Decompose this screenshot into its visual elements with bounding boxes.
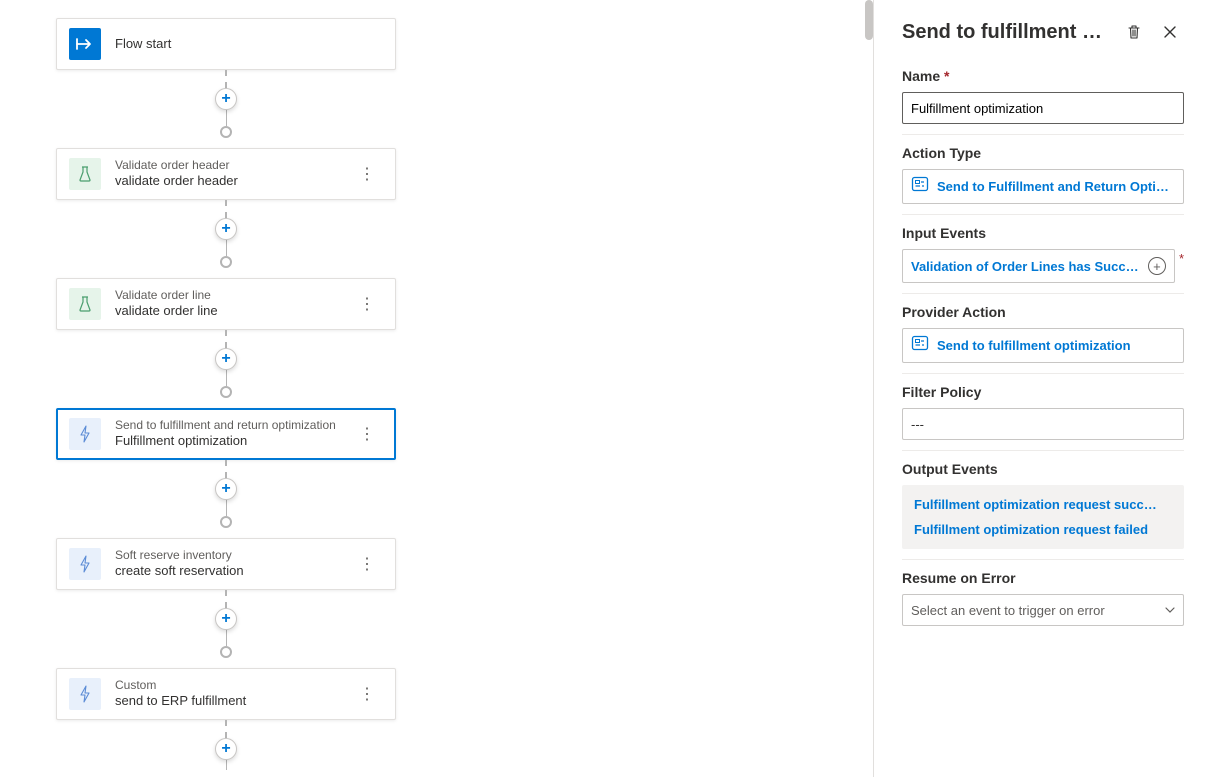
filter-policy-input[interactable]: --- [902, 408, 1184, 440]
connector: + [215, 70, 237, 148]
node-more-menu[interactable]: ⋮ [351, 550, 383, 578]
properties-panel: Send to fulfillment an… Name * Action Ty… [874, 0, 1212, 777]
input-events-value: Validation of Order Lines has Succeed… [911, 259, 1140, 274]
bolt-icon [69, 418, 101, 450]
add-step-button[interactable]: + [215, 348, 237, 370]
output-events-label: Output Events [902, 461, 1184, 477]
input-events-label: Input Events [902, 225, 1184, 241]
name-label: Name * [902, 68, 1184, 84]
flow-start-node[interactable]: Flow start [56, 18, 396, 70]
node-more-menu[interactable]: ⋮ [351, 160, 383, 188]
output-events-list: Fulfillment optimization request succ… F… [902, 485, 1184, 549]
optimization-icon [911, 335, 929, 356]
close-button[interactable] [1156, 18, 1184, 46]
input-events-selector[interactable]: Validation of Order Lines has Succeed… + [902, 249, 1175, 283]
node-more-menu[interactable]: ⋮ [351, 680, 383, 708]
add-step-button[interactable]: + [215, 738, 237, 760]
resume-on-error-label: Resume on Error [902, 570, 1184, 586]
bolt-icon [69, 678, 101, 710]
bolt-icon [69, 548, 101, 580]
panel-title: Send to fulfillment an… [902, 21, 1112, 44]
node-title: validate order header [115, 173, 351, 190]
provider-action-label: Provider Action [902, 304, 1184, 320]
add-step-button[interactable]: + [215, 478, 237, 500]
node-subtitle: Custom [115, 678, 351, 694]
flow-start-label: Flow start [115, 36, 383, 53]
flow-node-soft-reservation[interactable]: Soft reserve inventory create soft reser… [56, 538, 396, 590]
add-input-event-button[interactable]: + [1148, 257, 1166, 275]
node-title: create soft reservation [115, 563, 351, 580]
optimization-icon [911, 176, 929, 197]
node-subtitle: Send to fulfillment and return optimizat… [115, 418, 351, 434]
node-more-menu[interactable]: ⋮ [351, 420, 383, 448]
flow-canvas[interactable]: Flow start + Validate order header valid… [0, 0, 873, 777]
flask-icon [69, 288, 101, 320]
add-step-button[interactable]: + [215, 608, 237, 630]
flow-column: Flow start + Validate order header valid… [56, 0, 396, 770]
connector: + [215, 200, 237, 278]
connector: + [215, 460, 237, 538]
flow-node-send-erp[interactable]: Custom send to ERP fulfillment ⋮ [56, 668, 396, 720]
node-title: Fulfillment optimization [115, 433, 351, 450]
node-title: send to ERP fulfillment [115, 693, 351, 710]
action-type-value: Send to Fulfillment and Return Optimiza… [937, 179, 1175, 194]
output-event-item[interactable]: Fulfillment optimization request failed [914, 522, 1172, 537]
connector: + [215, 720, 237, 770]
node-more-menu[interactable]: ⋮ [351, 290, 383, 318]
node-subtitle: Soft reserve inventory [115, 548, 351, 564]
scrollbar-thumb[interactable] [865, 0, 873, 40]
output-event-item[interactable]: Fulfillment optimization request succ… [914, 497, 1172, 512]
provider-action-selector[interactable]: Send to fulfillment optimization [902, 328, 1184, 363]
node-title: validate order line [115, 303, 351, 320]
flow-node-fulfillment-optimization[interactable]: Send to fulfillment and return optimizat… [56, 408, 396, 460]
connector: + [215, 330, 237, 408]
chevron-down-icon [1165, 604, 1175, 616]
delete-button[interactable] [1120, 18, 1148, 46]
flow-node-validate-line[interactable]: Validate order line validate order line … [56, 278, 396, 330]
resume-placeholder: Select an event to trigger on error [911, 603, 1105, 618]
add-step-button[interactable]: + [215, 218, 237, 240]
filter-policy-label: Filter Policy [902, 384, 1184, 400]
node-subtitle: Validate order header [115, 158, 351, 174]
provider-action-value: Send to fulfillment optimization [937, 338, 1175, 353]
connector: + [215, 590, 237, 668]
action-type-label: Action Type [902, 145, 1184, 161]
node-subtitle: Validate order line [115, 288, 351, 304]
action-type-selector[interactable]: Send to Fulfillment and Return Optimiza… [902, 169, 1184, 204]
resume-on-error-select[interactable]: Select an event to trigger on error [902, 594, 1184, 626]
flow-start-icon [69, 28, 101, 60]
name-input[interactable] [902, 92, 1184, 124]
add-step-button[interactable]: + [215, 88, 237, 110]
flask-icon [69, 158, 101, 190]
flow-node-validate-header[interactable]: Validate order header validate order hea… [56, 148, 396, 200]
